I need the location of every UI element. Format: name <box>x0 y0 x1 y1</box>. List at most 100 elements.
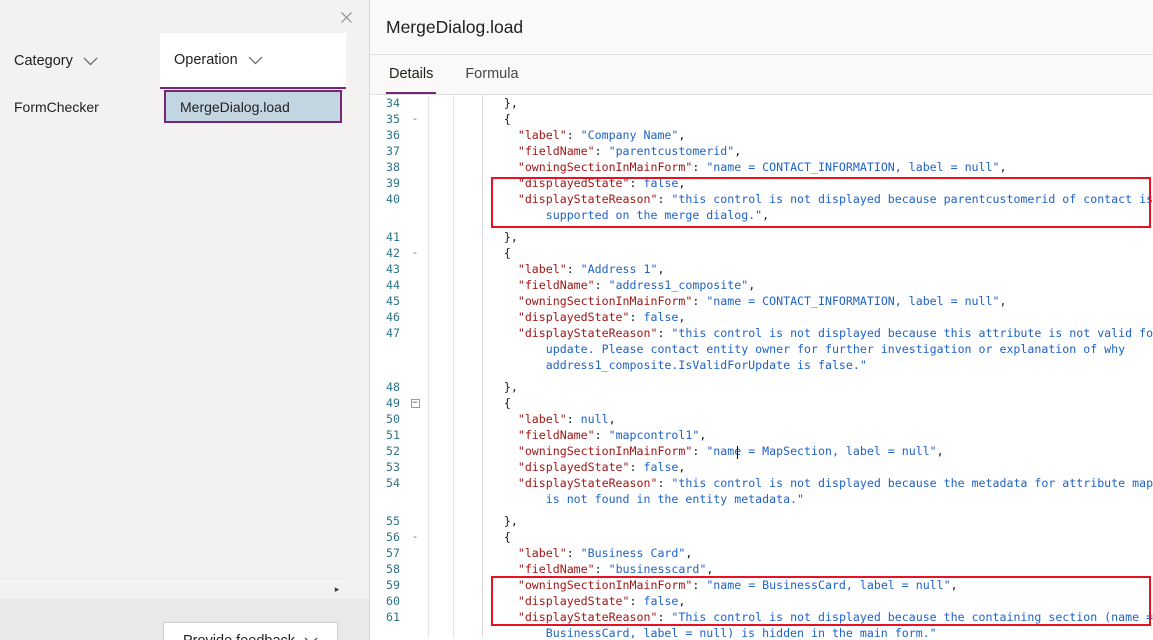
line-number: 52 <box>370 443 400 459</box>
code-text: "displayedState": false, <box>462 459 685 475</box>
line-number: 49 <box>370 395 400 411</box>
provide-feedback-label: Provide feedback <box>183 633 295 640</box>
line-number: 61 <box>370 609 400 625</box>
code-text: "displayStateReason": "This control is n… <box>462 609 1153 638</box>
line-number: 51 <box>370 427 400 443</box>
code-line: 57 "label": "Business Card", <box>370 545 1153 561</box>
code-text: "displayStateReason": "this control is n… <box>462 325 1153 373</box>
fold-toggle-icon[interactable]: - <box>408 529 422 545</box>
code-line: 42- { <box>370 245 1153 261</box>
line-number: 50 <box>370 411 400 427</box>
line-number: 39 <box>370 175 400 191</box>
tab-details-label: Details <box>389 66 433 82</box>
panel-footer: Provide feedback <box>0 599 369 640</box>
details-tabstrip: Details Formula <box>370 55 1153 95</box>
line-number: 60 <box>370 593 400 609</box>
line-number: 47 <box>370 325 400 341</box>
fold-toggle-icon[interactable]: - <box>408 111 422 127</box>
code-text: "fieldName": "parentcustomerid", <box>462 143 741 159</box>
code-line: 40 "displayStateReason": "this control i… <box>370 191 1153 229</box>
close-icon[interactable] <box>333 6 359 28</box>
code-line: 48 }, <box>370 379 1153 395</box>
code-text: "label": "Company Name", <box>462 127 685 143</box>
results-panel: Category Operation FormChecker Merg <box>0 0 370 640</box>
code-line: 39 "displayedState": false, <box>370 175 1153 191</box>
panel-titlebar <box>0 0 369 33</box>
code-line: 61 "displayStateReason": "This control i… <box>370 609 1153 638</box>
page-title: MergeDialog.load <box>386 17 523 38</box>
details-header: MergeDialog.load <box>370 0 1153 55</box>
code-line: 56- { <box>370 529 1153 545</box>
line-number: 42 <box>370 245 400 261</box>
code-text: "displayStateReason": "this control is n… <box>462 475 1153 507</box>
code-text: "label": "Business Card", <box>462 545 692 561</box>
chevron-down-icon[interactable] <box>83 57 98 66</box>
code-text: "owningSectionInMainForm": "name = CONTA… <box>462 293 1006 309</box>
line-number: 35 <box>370 111 400 127</box>
fold-toggle-icon[interactable]: − <box>408 395 422 411</box>
code-text: "label": "Address 1", <box>462 261 664 277</box>
code-viewer[interactable]: 34 },35- {36 "label": "Company Name",37 … <box>370 95 1153 638</box>
line-number: 54 <box>370 475 400 491</box>
line-number: 37 <box>370 143 400 159</box>
provide-feedback-button[interactable]: Provide feedback <box>163 622 338 640</box>
results-table-header: Category Operation <box>0 33 369 89</box>
chevron-down-icon[interactable] <box>248 56 263 65</box>
code-text: "owningSectionInMainForm": "name = CONTA… <box>462 159 1006 175</box>
line-number: 41 <box>370 229 400 245</box>
line-number: 46 <box>370 309 400 325</box>
code-text: "displayStateReason": "this control is n… <box>462 191 1153 223</box>
column-header-operation[interactable]: Operation <box>160 33 346 89</box>
tab-formula-label: Formula <box>465 66 518 82</box>
tab-details[interactable]: Details <box>386 54 436 94</box>
code-line: 35- { <box>370 111 1153 127</box>
code-text: { <box>462 111 511 127</box>
line-number: 44 <box>370 277 400 293</box>
line-number: 55 <box>370 513 400 529</box>
code-lines: 34 },35- {36 "label": "Company Name",37 … <box>370 95 1153 638</box>
line-number: 45 <box>370 293 400 309</box>
code-line: 59 "owningSectionInMainForm": "name = Bu… <box>370 577 1153 593</box>
fold-toggle-icon[interactable]: - <box>408 245 422 261</box>
code-text: }, <box>462 379 518 395</box>
code-line: 54 "displayStateReason": "this control i… <box>370 475 1153 513</box>
code-text: }, <box>462 513 518 529</box>
code-line: 37 "fieldName": "parentcustomerid", <box>370 143 1153 159</box>
cell-category[interactable]: FormChecker <box>0 89 160 125</box>
tab-formula[interactable]: Formula <box>462 54 521 94</box>
code-line: 53 "displayedState": false, <box>370 459 1153 475</box>
line-number: 34 <box>370 95 400 111</box>
horizontal-scrollbar[interactable]: ▸ <box>0 578 346 598</box>
code-line: 55 }, <box>370 513 1153 529</box>
code-line: 43 "label": "Address 1", <box>370 261 1153 277</box>
text-caret <box>737 446 738 459</box>
cell-operation-selected[interactable]: MergeDialog.load <box>164 90 342 123</box>
code-text: "fieldName": "address1_composite", <box>462 277 755 293</box>
line-number: 58 <box>370 561 400 577</box>
code-scroll-region[interactable]: 34 },35- {36 "label": "Company Name",37 … <box>370 95 1153 638</box>
code-line: 49− { <box>370 395 1153 411</box>
code-text: }, <box>462 95 518 111</box>
code-text: "fieldName": "businesscard", <box>462 561 713 577</box>
table-row: FormChecker MergeDialog.load <box>0 89 369 125</box>
code-line: 47 "displayStateReason": "this control i… <box>370 325 1153 379</box>
code-text: "owningSectionInMainForm": "name = Busin… <box>462 577 958 593</box>
code-line: 50 "label": null, <box>370 411 1153 427</box>
code-text: "label": null, <box>462 411 616 427</box>
code-text: { <box>462 245 511 261</box>
code-line: 52 "owningSectionInMainForm": "name = Ma… <box>370 443 1153 459</box>
code-text: "owningSectionInMainForm": "name = MapSe… <box>462 443 944 459</box>
code-text: }, <box>462 229 518 245</box>
code-line: 58 "fieldName": "businesscard", <box>370 561 1153 577</box>
scroll-right-arrow-icon[interactable]: ▸ <box>331 583 343 595</box>
code-text: { <box>462 395 511 411</box>
code-line: 38 "owningSectionInMainForm": "name = CO… <box>370 159 1153 175</box>
line-number: 36 <box>370 127 400 143</box>
code-line: 36 "label": "Company Name", <box>370 127 1153 143</box>
code-text: "fieldName": "mapcontrol1", <box>462 427 706 443</box>
line-number: 57 <box>370 545 400 561</box>
column-header-category[interactable]: Category <box>0 33 160 89</box>
column-header-operation-label: Operation <box>174 52 238 68</box>
code-line: 51 "fieldName": "mapcontrol1", <box>370 427 1153 443</box>
code-line: 45 "owningSectionInMainForm": "name = CO… <box>370 293 1153 309</box>
